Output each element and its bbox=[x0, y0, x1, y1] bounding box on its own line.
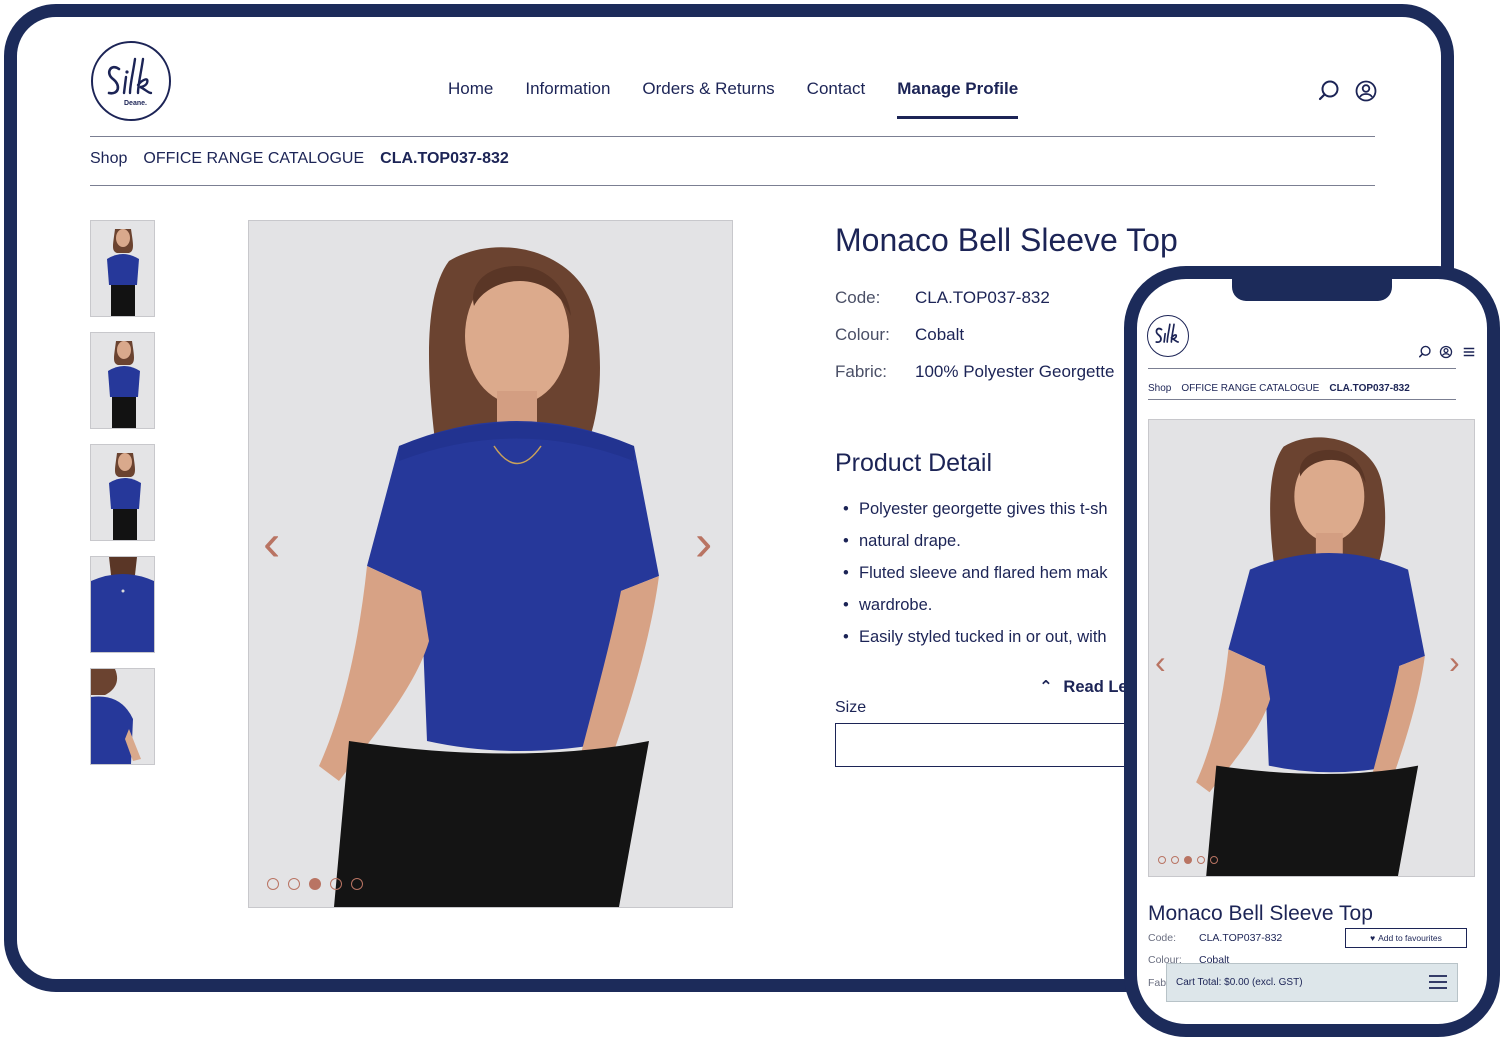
gallery-dot-1[interactable] bbox=[267, 878, 279, 890]
heart-icon: ♥ bbox=[1370, 933, 1376, 943]
mobile-menu-icon[interactable] bbox=[1462, 345, 1476, 359]
add-to-favourites-label: Add to favourites bbox=[1378, 933, 1442, 943]
size-label: Size bbox=[835, 699, 867, 716]
mobile-silk-logo[interactable] bbox=[1147, 315, 1189, 357]
fabric-label: Fabric: bbox=[835, 362, 887, 381]
gallery-dot-5[interactable] bbox=[351, 878, 363, 890]
add-to-favourites-button[interactable]: ♥ Add to favourites bbox=[1345, 928, 1467, 948]
detail-bullet: Easily styled tucked in or out, with bbox=[843, 621, 1143, 653]
mobile-product-gallery: ‹ › bbox=[1148, 419, 1475, 877]
thumbnail-4-back[interactable] bbox=[90, 556, 155, 653]
silk-logo[interactable]: Deane. bbox=[91, 41, 171, 121]
gallery-prev-arrow[interactable]: ‹ bbox=[263, 517, 280, 569]
thumbnail-3[interactable] bbox=[90, 444, 155, 541]
nav-information[interactable]: Information bbox=[525, 79, 610, 119]
cart-total-text: Cart Total: $0.00 (excl. GST) bbox=[1176, 977, 1303, 988]
read-less-label: Read Le bbox=[1063, 678, 1128, 696]
gallery-dot-3[interactable] bbox=[309, 878, 321, 890]
code-value: CLA.TOP037-832 bbox=[915, 288, 1050, 307]
product-photo bbox=[249, 221, 732, 907]
mobile-product-title: Monaco Bell Sleeve Top bbox=[1148, 902, 1373, 925]
breadcrumb-divider bbox=[90, 185, 1375, 186]
mobile-gallery-prev-arrow[interactable]: ‹ bbox=[1155, 646, 1166, 678]
breadcrumb-category[interactable]: OFFICE RANGE CATALOGUE bbox=[143, 150, 364, 168]
cart-total-bar[interactable]: Cart Total: $0.00 (excl. GST) bbox=[1166, 963, 1458, 1002]
mobile-frame: Shop OFFICE RANGE CATALOGUE CLA.TOP037-8… bbox=[1124, 266, 1500, 1037]
mobile-gallery-dot-5[interactable] bbox=[1210, 856, 1218, 864]
product-code-row: Code: CLA.TOP037-832 bbox=[835, 288, 1050, 308]
product-detail-heading: Product Detail bbox=[835, 449, 993, 477]
mobile-search-icon[interactable] bbox=[1418, 345, 1432, 359]
nav-orders-returns[interactable]: Orders & Returns bbox=[642, 79, 774, 119]
mobile-breadcrumb: Shop OFFICE RANGE CATALOGUE CLA.TOP037-8… bbox=[1148, 383, 1420, 394]
mobile-user-icon[interactable] bbox=[1439, 345, 1453, 359]
detail-bullet-continuation: natural drape. bbox=[843, 525, 1143, 557]
gallery-dot-2[interactable] bbox=[288, 878, 300, 890]
product-title: Monaco Bell Sleeve Top bbox=[835, 222, 1178, 258]
nav-contact[interactable]: Contact bbox=[807, 79, 866, 119]
product-colour-row: Colour: Cobalt bbox=[835, 325, 964, 345]
logo-wordmark: Deane. bbox=[124, 100, 147, 107]
mobile-gallery-dot-2[interactable] bbox=[1171, 856, 1179, 864]
mobile-gallery-pagination bbox=[1158, 856, 1223, 864]
mobile-gallery-dot-4[interactable] bbox=[1197, 856, 1205, 864]
breadcrumb-shop[interactable]: Shop bbox=[90, 150, 127, 168]
breadcrumb: Shop OFFICE RANGE CATALOGUE CLA.TOP037-8… bbox=[90, 150, 525, 168]
mobile-breadcrumb-current: CLA.TOP037-832 bbox=[1329, 383, 1410, 394]
nav-manage-profile[interactable]: Manage Profile bbox=[897, 79, 1019, 119]
size-select[interactable] bbox=[835, 723, 1145, 767]
colour-label: Colour: bbox=[835, 325, 890, 344]
thumbnail-2[interactable] bbox=[90, 332, 155, 429]
fabric-value: 100% Polyester Georgette bbox=[915, 362, 1115, 381]
search-icon[interactable] bbox=[1317, 79, 1341, 103]
breadcrumb-current: CLA.TOP037-832 bbox=[380, 150, 509, 167]
gallery-dot-4[interactable] bbox=[330, 878, 342, 890]
main-nav: Home Information Orders & Returns Contac… bbox=[448, 79, 1050, 119]
mobile-code-label: Code: bbox=[1148, 932, 1177, 944]
detail-bullet: Fluted sleeve and flared hem mak bbox=[843, 557, 1143, 589]
thumbnail-strip bbox=[90, 220, 155, 780]
mobile-header-divider bbox=[1148, 368, 1456, 369]
header-divider bbox=[90, 136, 1375, 137]
code-label: Code: bbox=[835, 288, 881, 307]
detail-bullet-continuation: wardrobe. bbox=[843, 589, 1143, 621]
product-image-gallery: ‹ › bbox=[248, 220, 733, 908]
mobile-gallery-next-arrow[interactable]: › bbox=[1449, 646, 1460, 678]
mobile-gallery-dot-1[interactable] bbox=[1158, 856, 1166, 864]
mobile-product-photo bbox=[1149, 420, 1474, 876]
chevron-up-icon: ⌃ bbox=[1039, 678, 1053, 696]
product-detail-list: Polyester georgette gives this t-sh natu… bbox=[843, 493, 1143, 653]
mobile-logo-mark bbox=[1155, 323, 1179, 344]
colour-value: Cobalt bbox=[915, 325, 965, 344]
gallery-pagination bbox=[267, 878, 372, 890]
mobile-code-value: CLA.TOP037-832 bbox=[1199, 932, 1283, 944]
gallery-next-arrow[interactable]: › bbox=[695, 517, 712, 569]
user-account-icon[interactable] bbox=[1354, 79, 1378, 103]
mobile-gallery-dot-3[interactable] bbox=[1184, 856, 1192, 864]
mobile-breadcrumb-divider bbox=[1148, 399, 1456, 400]
product-fabric-row: Fabric: 100% Polyester Georgette bbox=[835, 362, 1114, 382]
mobile-code-row: Code: CLA.TOP037-832 bbox=[1148, 932, 1282, 944]
cart-menu-icon[interactable] bbox=[1429, 975, 1447, 989]
mobile-breadcrumb-shop[interactable]: Shop bbox=[1148, 383, 1171, 394]
nav-home[interactable]: Home bbox=[448, 79, 493, 119]
detail-bullet: Polyester georgette gives this t-sh bbox=[843, 493, 1143, 525]
mobile-breadcrumb-category[interactable]: OFFICE RANGE CATALOGUE bbox=[1181, 383, 1319, 394]
thumbnail-5-sleeve[interactable] bbox=[90, 668, 155, 765]
phone-notch bbox=[1232, 279, 1392, 301]
thumbnail-1[interactable] bbox=[90, 220, 155, 317]
